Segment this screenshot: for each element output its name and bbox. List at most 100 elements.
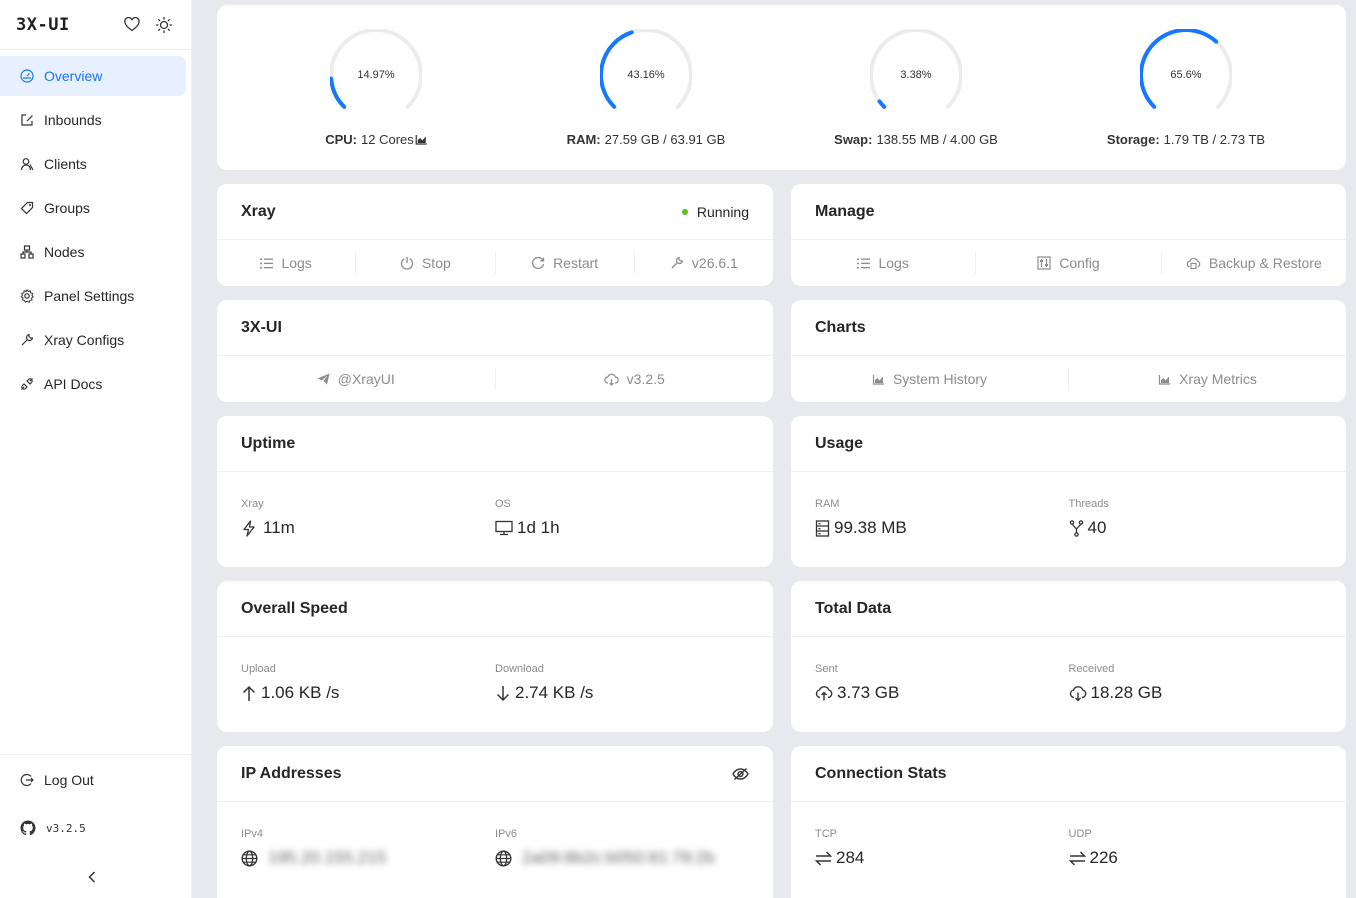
telegram-label: @XrayUI (337, 371, 395, 387)
swap-gauge: 3.38% (870, 29, 962, 121)
sidebar-item-label: Nodes (44, 244, 85, 260)
stat-value: 40 (1087, 518, 1107, 537)
system-history-button[interactable]: System History (791, 368, 1069, 390)
api-icon (20, 377, 34, 391)
thunderbolt-icon (243, 519, 255, 537)
swap-label-title: Swap: (834, 132, 873, 147)
brand-bar: 3X-UI (0, 0, 191, 50)
sidebar-item-nodes[interactable]: Nodes (0, 232, 186, 272)
panel-version-label: v3.2.5 (626, 371, 665, 387)
total-data-card: Total Data Sent 3.73 GB Received 18.28 G… (791, 581, 1346, 732)
sidebar-item-label: API Docs (44, 376, 103, 392)
ram-value: 27.59 GB / 63.91 GB (604, 132, 726, 147)
area-chart-icon (1158, 374, 1171, 385)
swap-icon (815, 850, 832, 866)
arrow-down-icon (496, 685, 510, 701)
xray-restart-button[interactable]: Restart (496, 252, 635, 274)
sidebar-item-overview[interactable]: Overview (0, 56, 186, 96)
stat-label: IPv6 (495, 828, 518, 840)
theme-toggle-icon[interactable] (155, 16, 173, 34)
uptime-card-header: Uptime (217, 416, 773, 472)
os-uptime-stat: OS 1d 1h (495, 498, 749, 538)
logout-button[interactable]: Log Out (0, 756, 191, 804)
manage-card-header: Manage (791, 184, 1346, 240)
stat-label: RAM (815, 498, 840, 510)
chevron-left-icon (87, 870, 97, 887)
xray-uptime-stat: Xray 11m (241, 498, 495, 538)
area-chart-icon[interactable] (415, 134, 427, 145)
total-data-card-title: Total Data (815, 599, 892, 617)
sidebar-item-label: Overview (44, 68, 103, 84)
stat-label: OS (495, 498, 511, 510)
panel-card-header: 3X-UI (217, 300, 773, 356)
xray-status-badge: Running (681, 204, 749, 220)
github-icon (20, 820, 36, 836)
control-icon (1037, 256, 1051, 270)
cpu-label-title: CPU: (325, 132, 358, 147)
storage-label: Storage: 1.79 TB / 2.73 TB (1107, 132, 1265, 147)
stat-label: Received (1068, 663, 1115, 675)
sidebar-item-label: Groups (44, 200, 90, 216)
gear-icon (20, 289, 34, 303)
speed-card: Overall Speed Upload 1.06 KB /s Download… (217, 581, 773, 732)
cloud-download-icon (604, 373, 619, 386)
stat-label: UDP (1068, 828, 1092, 840)
system-history-label: System History (892, 371, 988, 387)
toggle-ip-visibility-button[interactable] (732, 767, 749, 781)
ipv6-value: 2a09:8b2c:b050:81:78:2b (522, 848, 715, 867)
reload-icon (532, 256, 545, 270)
ram-label-title: RAM: (566, 132, 601, 147)
xray-version-button[interactable]: v26.6.1 (635, 252, 773, 274)
sidebar-item-panel-settings[interactable]: Panel Settings (0, 276, 186, 316)
sidebar-item-clients[interactable]: Clients (0, 144, 186, 184)
manage-logs-button[interactable]: Logs (791, 252, 977, 274)
sidebar-item-label: Clients (44, 156, 87, 172)
ipv4-stat: IPv4 195.20.155.215 (241, 828, 495, 868)
charts-actions: System History Xray Metrics (791, 356, 1346, 402)
received-stat: Received 18.28 GB (1069, 663, 1323, 703)
sidebar-item-groups[interactable]: Groups (0, 188, 186, 228)
swap-label: Swap: 138.55 MB / 4.00 GB (834, 132, 998, 147)
sidebar: 3X-UI Overview Inbounds Clients Groups N… (0, 0, 192, 898)
stat-value: 2.74 KB /s (515, 683, 594, 702)
sidebar-item-xray-configs[interactable]: Xray Configs (0, 320, 186, 360)
edit-icon (20, 113, 34, 127)
swap-icon (1068, 850, 1086, 866)
dashboard-icon (20, 69, 34, 83)
storage-percent: 65.6% (1170, 69, 1202, 81)
panel-actions: @XrayUI v3.2.5 (217, 356, 773, 402)
swap-percent: 3.38% (900, 69, 932, 81)
sidebar-item-label: Panel Settings (44, 288, 135, 304)
manage-backup-button[interactable]: Backup & Restore (1162, 252, 1346, 274)
desktop-icon (495, 520, 513, 536)
xray-stop-button[interactable]: Stop (356, 252, 496, 274)
stat-label: TCP (815, 828, 837, 840)
ram-usage-stat: RAM 99.38 MB (815, 498, 1069, 538)
stat-value: 1.06 KB /s (261, 683, 340, 702)
manage-config-button[interactable]: Config (976, 252, 1162, 274)
panel-update-button[interactable]: v3.2.5 (496, 368, 774, 390)
xray-metrics-button[interactable]: Xray Metrics (1069, 368, 1346, 390)
charts-card: Charts System History Xray Metrics (791, 300, 1346, 402)
send-icon (317, 373, 330, 385)
list-icon (857, 258, 871, 268)
ip-addresses-card: IP Addresses IPv4 195.20.155.215 IPv6 2a… (217, 746, 773, 898)
sent-stat: Sent 3.73 GB (815, 663, 1069, 703)
xray-logs-button[interactable]: Logs (217, 252, 357, 274)
stat-label: Threads (1068, 498, 1109, 510)
telegram-link[interactable]: @XrayUI (217, 368, 496, 390)
github-link[interactable]: v3.2.5 (0, 804, 191, 852)
sidebar-item-inbounds[interactable]: Inbounds (0, 100, 186, 140)
collapse-sidebar-button[interactable] (84, 866, 100, 890)
stat-value: 18.28 GB (1090, 683, 1163, 702)
stat-label: Download (495, 663, 544, 675)
ipv6-stat: IPv6 2a09:8b2c:b050:81:78:2b (495, 828, 749, 868)
sidebar-item-api-docs[interactable]: API Docs (0, 364, 186, 404)
heart-icon[interactable] (123, 16, 141, 34)
usage-card: Usage RAM 99.38 MB Threads 40 (791, 416, 1346, 567)
manage-actions: Logs Config Backup & Restore (791, 240, 1346, 286)
tool-icon (20, 333, 34, 347)
cpu-gauge: 14.97% (330, 29, 422, 121)
xray-card-title: Xray (241, 202, 276, 220)
cpu-percent: 14.97% (357, 69, 395, 81)
